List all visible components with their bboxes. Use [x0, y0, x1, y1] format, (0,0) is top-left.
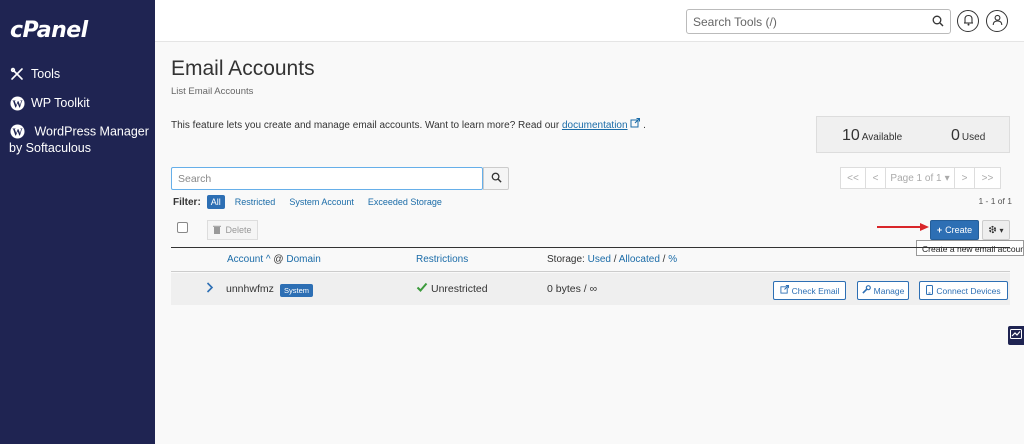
- plus-icon: +: [936, 225, 943, 235]
- search-button[interactable]: [483, 167, 509, 190]
- results-range: 1 - 1 of 1: [978, 196, 1012, 206]
- external-link-icon: [780, 284, 789, 296]
- account-search-field[interactable]: [171, 167, 483, 190]
- filter-bar: Filter: All Restricted System Account Ex…: [173, 195, 456, 209]
- filter-system-account[interactable]: System Account: [289, 197, 354, 207]
- table-row: unnhwfmz System Unrestricted 0 bytes / ∞…: [171, 273, 1010, 305]
- top-header: [155, 0, 1024, 42]
- sort-by-allocated[interactable]: Allocated: [619, 254, 660, 265]
- sidebar-item-label: WP Toolkit: [31, 96, 90, 110]
- filter-all[interactable]: All: [206, 195, 225, 209]
- sidebar-item-tools[interactable]: Tools: [9, 66, 60, 82]
- wordpress-icon: W: [9, 95, 25, 111]
- wrench-icon: [861, 285, 871, 296]
- filter-restricted[interactable]: Restricted: [235, 197, 276, 207]
- sort-by-percent[interactable]: %: [668, 254, 677, 265]
- wordpress-icon: W: [9, 123, 25, 139]
- storage-value: 0 bytes / ∞: [547, 283, 598, 295]
- check-email-button[interactable]: Check Email: [773, 281, 846, 300]
- description-text: This feature lets you create and manage …: [171, 120, 560, 131]
- connect-devices-button[interactable]: Connect Devices: [919, 281, 1008, 300]
- page-title: Email Accounts: [171, 57, 315, 80]
- select-all-checkbox[interactable]: [177, 222, 188, 233]
- external-link-icon: [630, 117, 643, 131]
- gear-icon: [988, 225, 997, 236]
- settings-dropdown-button[interactable]: ▾: [982, 220, 1010, 240]
- user-menu-button[interactable]: [986, 10, 1008, 32]
- red-arrow-annotation: [876, 222, 930, 235]
- expand-row-icon[interactable]: [206, 282, 214, 296]
- sidebar-item-wp-toolkit[interactable]: W WP Toolkit: [9, 95, 90, 111]
- sidebar-item-label: WordPress Manager by Softaculous: [9, 124, 149, 155]
- chart-icon: [1010, 329, 1022, 342]
- sort-up-icon: ^: [265, 254, 271, 265]
- restrictions-column-header[interactable]: Restrictions: [416, 254, 468, 265]
- caret-down-icon: ▾: [999, 225, 1004, 235]
- trash-icon: [213, 225, 222, 236]
- search-tools-input[interactable]: [687, 10, 917, 33]
- used-stat: 0 Used: [951, 127, 986, 144]
- sidebar-item-wordpress-manager[interactable]: W WordPress Manager by Softaculous: [9, 123, 149, 156]
- next-page-button[interactable]: >: [954, 167, 975, 189]
- search-tools-field[interactable]: [686, 9, 951, 34]
- page-subtitle: List Email Accounts: [171, 86, 254, 97]
- system-badge: System: [280, 284, 314, 297]
- bell-icon: [963, 14, 974, 29]
- account-column-header[interactable]: Account ^ @ Domain: [227, 254, 321, 265]
- documentation-link[interactable]: documentation: [562, 120, 628, 131]
- table-header: Account ^ @ Domain Restrictions Storage:…: [171, 247, 1010, 272]
- delete-button[interactable]: Delete: [207, 220, 258, 240]
- cpanel-logo[interactable]: cPanel: [10, 18, 88, 43]
- manage-button[interactable]: Manage: [857, 281, 909, 300]
- filter-label: Filter:: [173, 196, 201, 208]
- pagination: << < Page 1 of 1 ▾ > >>: [840, 167, 1001, 189]
- storage-column-header: Storage: Used / Allocated / %: [547, 254, 678, 265]
- check-icon: [416, 281, 428, 296]
- sort-by-used[interactable]: Used: [588, 254, 611, 265]
- available-stat: 10 Available: [842, 127, 903, 144]
- account-name: unnhwfmz: [226, 283, 274, 295]
- page-select[interactable]: Page 1 of 1 ▾: [885, 167, 955, 189]
- sidebar-item-label: Tools: [31, 67, 61, 81]
- description-end: .: [643, 120, 646, 131]
- notifications-button[interactable]: [957, 10, 979, 32]
- search-icon: [491, 172, 502, 186]
- create-button[interactable]: + Create: [930, 220, 979, 240]
- svg-text:W: W: [12, 99, 23, 110]
- prev-page-button[interactable]: <: [865, 167, 886, 189]
- filter-exceeded-storage[interactable]: Exceeded Storage: [368, 197, 442, 207]
- sidebar: cPanel Tools W WP Toolkit W WordPress Ma…: [0, 0, 155, 444]
- tools-icon: [9, 66, 25, 82]
- restriction-status: Unrestricted: [431, 283, 488, 295]
- mobile-icon: [926, 284, 934, 297]
- side-panel-tab[interactable]: [1008, 326, 1024, 345]
- caret-down-icon: ▾: [944, 172, 950, 184]
- user-icon: [992, 14, 1003, 29]
- account-search-input[interactable]: [172, 168, 482, 189]
- search-icon[interactable]: [932, 15, 944, 30]
- page-description: This feature lets you create and manage …: [171, 117, 646, 131]
- first-page-button[interactable]: <<: [840, 167, 866, 189]
- last-page-button[interactable]: >>: [974, 167, 1001, 189]
- account-stats: 10 Available 0 Used: [816, 116, 1010, 153]
- svg-text:W: W: [12, 127, 23, 138]
